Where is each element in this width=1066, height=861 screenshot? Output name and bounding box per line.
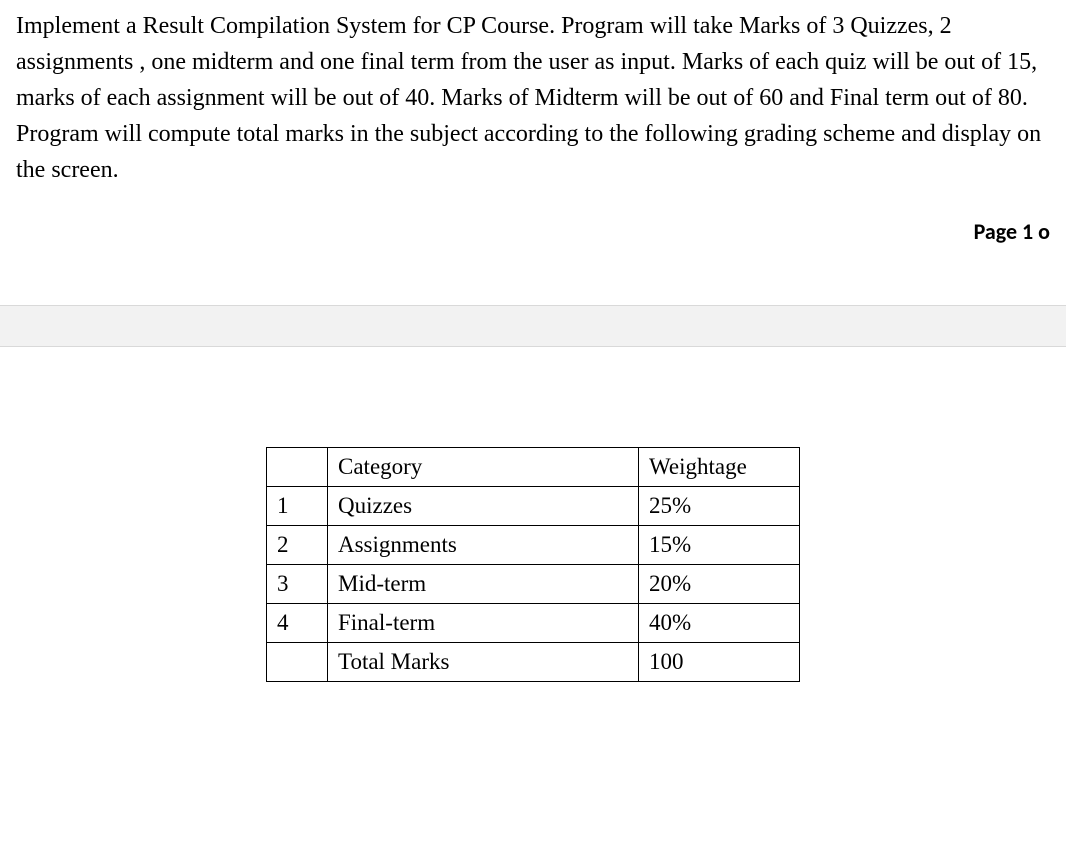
header-weightage: Weightage [639,448,800,487]
table-row: 4 Final-term 40% [267,604,800,643]
table-row: 2 Assignments 15% [267,526,800,565]
page-top: Implement a Result Compilation System fo… [0,0,1066,305]
table-row: 3 Mid-term 20% [267,565,800,604]
grading-table: Category Weightage 1 Quizzes 25% 2 Assig… [266,447,800,682]
cell-num: 3 [267,565,328,604]
cell-num: 2 [267,526,328,565]
cell-weightage: 40% [639,604,800,643]
cell-num: 4 [267,604,328,643]
cell-num [267,643,328,682]
cell-num: 1 [267,487,328,526]
cell-category: Total Marks [328,643,639,682]
cell-weightage: 20% [639,565,800,604]
problem-statement: Implement a Result Compilation System fo… [16,8,1050,188]
cell-weightage: 15% [639,526,800,565]
page-bottom: Category Weightage 1 Quizzes 25% 2 Assig… [0,347,1066,722]
cell-category: Final-term [328,604,639,643]
page-number: Page 1 o [16,188,1050,305]
table-row: 1 Quizzes 25% [267,487,800,526]
header-num [267,448,328,487]
cell-weightage: 100 [639,643,800,682]
table-header-row: Category Weightage [267,448,800,487]
header-category: Category [328,448,639,487]
page-break-gap [0,305,1066,347]
cell-category: Quizzes [328,487,639,526]
cell-category: Assignments [328,526,639,565]
table-row: Total Marks 100 [267,643,800,682]
cell-weightage: 25% [639,487,800,526]
cell-category: Mid-term [328,565,639,604]
